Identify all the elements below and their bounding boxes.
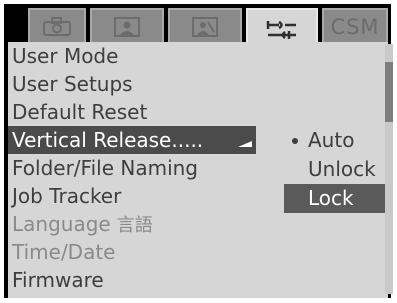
current-selection-dot-icon: [292, 138, 298, 144]
tab-portrait[interactable]: [90, 8, 164, 44]
menu-item-label: Default Reset: [12, 100, 148, 124]
tab-csm[interactable]: CSM: [322, 8, 388, 44]
submenu-item-auto[interactable]: Auto: [284, 126, 386, 155]
menu-item-default-reset[interactable]: Default Reset: [8, 98, 273, 126]
menu-item-user-mode[interactable]: User Mode: [8, 42, 273, 70]
menu-item-language[interactable]: Language 言語: [8, 210, 273, 238]
tab-playback[interactable]: [168, 8, 242, 44]
menu-item-vertical-release[interactable]: Vertical Release.....: [8, 126, 256, 154]
submenu-item-label: Unlock: [308, 157, 376, 181]
setup-menu: User Mode User Setups Default Reset Vert…: [8, 42, 273, 294]
menu-item-label: Firmware: [12, 268, 104, 292]
menu-item-label: Folder/File Naming: [12, 156, 198, 180]
camera-icon: [43, 17, 71, 36]
submenu-arrow-icon: [238, 141, 252, 147]
submenu-item-lock[interactable]: Lock: [284, 184, 386, 213]
scrollbar-thumb[interactable]: [385, 62, 393, 122]
submenu-item-label: Lock: [308, 186, 354, 210]
menu-item-label: Vertical Release.....: [12, 128, 204, 152]
submenu-item-unlock[interactable]: Unlock: [284, 155, 386, 184]
menu-item-label: User Mode: [12, 44, 119, 68]
menu-item-job-tracker[interactable]: Job Tracker: [8, 182, 273, 210]
scrollbar[interactable]: [385, 44, 393, 294]
menu-item-time-date[interactable]: Time/Date: [8, 238, 273, 266]
menu-item-label-cjk: 言語: [116, 215, 153, 236]
vertical-release-submenu: Auto Unlock Lock: [284, 126, 386, 213]
tab-bar: CSM: [8, 4, 390, 50]
playback-icon: [192, 17, 218, 37]
menu-item-label: Job Tracker: [12, 184, 122, 208]
portrait-icon: [114, 17, 140, 37]
menu-item-label: Time/Date: [12, 240, 116, 264]
menu-item-user-setups[interactable]: User Setups: [8, 70, 273, 98]
tab-csm-label: CSM: [330, 15, 380, 39]
menu-item-label: User Setups: [12, 72, 133, 96]
menu-item-folder-file-naming[interactable]: Folder/File Naming: [8, 154, 273, 182]
settings-panel: User Mode User Setups Default Reset Vert…: [8, 42, 393, 298]
submenu-item-label: Auto: [308, 128, 355, 152]
wrench-icon: [266, 20, 296, 39]
menu-item-label: Language: [12, 212, 111, 236]
tab-camera[interactable]: [28, 8, 86, 44]
menu-item-firmware[interactable]: Firmware: [8, 266, 273, 294]
